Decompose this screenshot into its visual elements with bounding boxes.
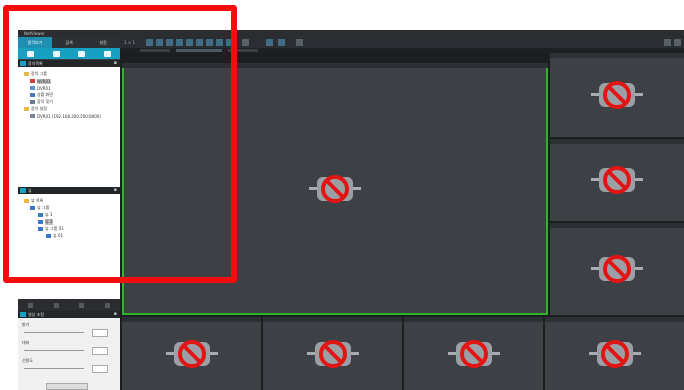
- contrast-slider[interactable]: [24, 350, 84, 351]
- tile-header: [263, 317, 402, 322]
- camera-tile-bottom-4[interactable]: [545, 317, 684, 390]
- tile-header: [545, 317, 684, 322]
- image-adjust-panel: 밝기 대비 선명도: [18, 318, 120, 390]
- no-signal-icon: [447, 339, 500, 368]
- layout-dropdown-icon[interactable]: [242, 39, 249, 46]
- image-adjust-icon: [20, 312, 26, 317]
- tile-header: [550, 223, 684, 228]
- snapshot-icon[interactable]: [278, 39, 285, 46]
- brightness-value[interactable]: [92, 329, 108, 337]
- contrast-value[interactable]: [92, 347, 108, 355]
- sharpness-label: 선명도: [22, 358, 34, 363]
- camera-tile-bottom-3[interactable]: [404, 317, 543, 390]
- camera-tile-right-1[interactable]: [550, 53, 684, 137]
- ptz-left-icon[interactable]: [79, 302, 85, 308]
- gear-icon[interactable]: [664, 39, 671, 46]
- sharpness-value[interactable]: [92, 365, 108, 373]
- link-icon[interactable]: [296, 39, 303, 46]
- camera-tile-right-3[interactable]: [550, 223, 684, 315]
- tile-header: [404, 317, 543, 322]
- no-signal-icon: [591, 166, 643, 194]
- pin-icon[interactable]: [674, 39, 681, 46]
- no-signal-icon: [591, 81, 643, 109]
- brightness-slider[interactable]: [24, 332, 84, 333]
- highlight-frame: [3, 5, 237, 283]
- sidebar-bottom-controls: [18, 299, 120, 311]
- pin-icon[interactable]: ▪: [114, 311, 117, 318]
- tile-header: [550, 53, 684, 58]
- camera-tile-bottom-2[interactable]: [263, 317, 402, 390]
- no-signal-icon: [591, 255, 643, 283]
- ptz-up-icon[interactable]: [28, 302, 34, 308]
- reset-button[interactable]: [46, 383, 88, 390]
- camera-tile-bottom-1[interactable]: [122, 317, 261, 390]
- no-signal-icon: [165, 339, 218, 368]
- no-signal-icon: [309, 175, 361, 203]
- tile-header: [550, 139, 684, 144]
- image-adjust-header: 영상 조정 ▪: [18, 311, 120, 318]
- no-signal-icon: [306, 339, 359, 368]
- image-adjust-title: 영상 조정: [28, 312, 44, 317]
- camera-tile-right-2[interactable]: [550, 139, 684, 221]
- tile-header: [122, 317, 261, 322]
- no-signal-icon: [588, 339, 641, 368]
- fullscreen-icon[interactable]: [266, 39, 273, 46]
- contrast-label: 대비: [22, 340, 30, 345]
- ptz-down-icon[interactable]: [53, 302, 59, 308]
- brightness-label: 밝기: [22, 322, 30, 327]
- sharpness-slider[interactable]: [24, 368, 84, 369]
- ptz-right-icon[interactable]: [104, 302, 110, 308]
